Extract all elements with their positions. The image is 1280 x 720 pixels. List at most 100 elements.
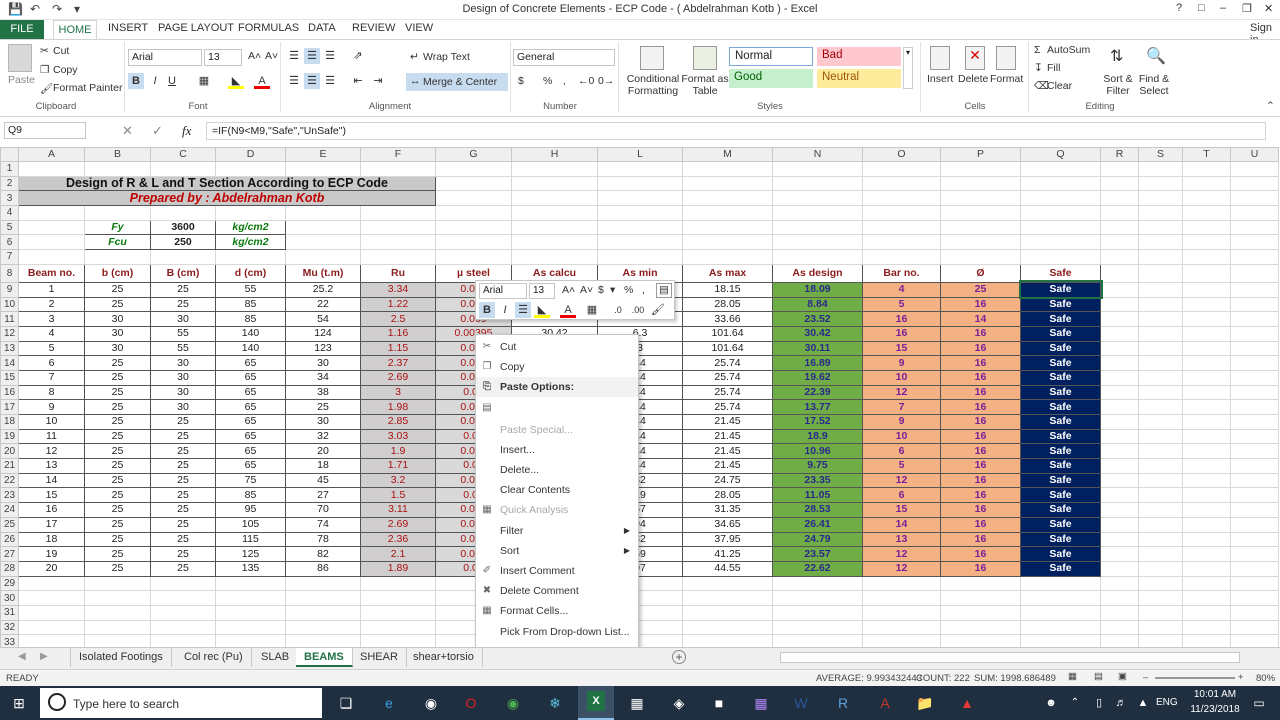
data-cell[interactable]: 95 — [215, 502, 286, 518]
data-cell[interactable]: 34 — [285, 369, 361, 386]
cell[interactable] — [1100, 531, 1139, 548]
cell[interactable] — [1138, 487, 1183, 504]
font-color-icon[interactable]: A — [254, 73, 270, 89]
cell[interactable] — [597, 249, 683, 265]
cell[interactable] — [1182, 487, 1231, 504]
data-cell[interactable]: 2.36 — [360, 531, 436, 548]
percent-button[interactable]: % — [543, 75, 552, 87]
data-cell[interactable]: Safe — [1020, 384, 1101, 401]
data-cell[interactable]: 25 — [150, 458, 216, 474]
data-cell[interactable]: 12 — [862, 546, 941, 562]
cell[interactable] — [215, 590, 286, 606]
data-cell[interactable]: Safe — [1020, 458, 1101, 474]
menu-item[interactable]: Paste Special... — [476, 420, 638, 440]
row-header[interactable]: 23 — [0, 487, 19, 504]
cell[interactable] — [18, 604, 85, 621]
cell[interactable] — [682, 575, 773, 592]
data-cell[interactable]: 16 — [940, 384, 1021, 401]
data-cell[interactable]: 5 — [862, 458, 941, 474]
cell[interactable] — [1138, 590, 1183, 606]
cell[interactable] — [511, 205, 598, 221]
data-cell[interactable]: 16 — [862, 325, 941, 342]
cell[interactable] — [772, 175, 863, 192]
cell[interactable] — [1138, 414, 1183, 430]
data-cell[interactable]: 25 — [150, 516, 216, 533]
cell[interactable] — [597, 219, 683, 236]
cell[interactable] — [1138, 281, 1183, 298]
mini-borders-icon[interactable]: ▦ — [584, 302, 600, 318]
cell[interactable] — [1182, 355, 1231, 371]
data-cell[interactable]: 25 — [84, 384, 151, 401]
menu-item[interactable]: ✂ Cut — [476, 337, 638, 357]
cell[interactable] — [1182, 546, 1231, 562]
find-select-button[interactable]: Find & Select — [1134, 73, 1174, 97]
cell[interactable] — [682, 190, 773, 207]
tab-home[interactable]: HOME — [53, 20, 97, 40]
data-cell[interactable]: Safe — [1020, 399, 1101, 415]
data-cell[interactable]: 65 — [215, 458, 286, 474]
cell[interactable] — [1230, 263, 1279, 283]
style-normal[interactable]: Normal — [729, 47, 813, 66]
cell[interactable] — [1020, 205, 1101, 221]
format-as-table-icon[interactable] — [693, 46, 717, 70]
data-cell[interactable]: 23.52 — [772, 311, 863, 327]
data-cell[interactable]: 23.57 — [772, 546, 863, 562]
data-cell[interactable]: 25 — [150, 546, 216, 562]
data-cell[interactable]: 24.79 — [772, 531, 863, 548]
cell[interactable] — [1020, 234, 1101, 251]
sort-filter-button[interactable]: Sort & Filter — [1100, 73, 1136, 97]
data-cell[interactable]: 1 — [18, 281, 85, 298]
cell[interactable] — [1138, 340, 1183, 357]
mini-size-input[interactable]: 13 — [529, 283, 555, 299]
fcu-value[interactable]: 250 — [150, 234, 216, 251]
column-header[interactable]: F — [360, 147, 436, 162]
menu-item[interactable]: Insert... — [476, 440, 638, 460]
insert-function-icon[interactable]: fx — [182, 123, 191, 139]
delete-cells-button[interactable]: Delete — [958, 73, 988, 85]
cell[interactable] — [682, 619, 773, 636]
app-icon-4[interactable]: ■ — [708, 692, 730, 714]
data-cell[interactable]: 16 — [940, 340, 1021, 357]
data-cell[interactable]: 25 — [84, 355, 151, 371]
format-as-table-button[interactable]: Format as Table — [681, 73, 729, 97]
row-header[interactable]: 24 — [0, 502, 19, 518]
data-cell[interactable]: 140 — [215, 340, 286, 357]
data-cell[interactable]: 6 — [862, 487, 941, 504]
cell[interactable] — [360, 575, 436, 592]
mini-fill-icon[interactable]: ◣ — [534, 302, 550, 318]
column-title-cell[interactable]: Ø — [940, 263, 1021, 283]
cell[interactable] — [511, 219, 598, 236]
column-title-cell[interactable]: Mu (t.m) — [285, 263, 361, 283]
data-cell[interactable]: 37.95 — [682, 531, 773, 548]
cell[interactable] — [1100, 414, 1139, 430]
cell[interactable] — [1182, 296, 1231, 313]
align-bottom-icon[interactable]: ☰ — [322, 48, 338, 64]
cell[interactable] — [18, 634, 85, 647]
cell[interactable] — [1230, 443, 1279, 460]
mini-percent-icon[interactable]: % — [624, 284, 633, 296]
data-cell[interactable]: 123 — [285, 340, 361, 357]
data-cell[interactable]: 25 — [150, 472, 216, 489]
data-cell[interactable]: 25 — [285, 399, 361, 415]
cell[interactable] — [1020, 619, 1101, 636]
data-cell[interactable]: 9.75 — [772, 458, 863, 474]
data-cell[interactable]: 25 — [84, 531, 151, 548]
row-header[interactable]: 19 — [0, 428, 19, 445]
data-cell[interactable]: 25 — [150, 531, 216, 548]
data-cell[interactable]: 16 — [940, 296, 1021, 313]
cell[interactable] — [1182, 325, 1231, 342]
data-cell[interactable]: 25 — [84, 369, 151, 386]
menu-item[interactable]: ▦ Quick Analysis — [476, 500, 638, 520]
data-cell[interactable]: 11 — [18, 428, 85, 445]
data-cell[interactable]: 25 — [84, 428, 151, 445]
cell[interactable] — [18, 234, 85, 251]
cell[interactable] — [940, 604, 1021, 621]
cell[interactable] — [285, 234, 361, 251]
data-cell[interactable]: 41.25 — [682, 546, 773, 562]
cell[interactable] — [511, 190, 598, 207]
data-cell[interactable]: Safe — [1020, 472, 1101, 489]
row-header[interactable]: 1 — [0, 161, 19, 177]
row-header[interactable]: 7 — [0, 249, 19, 265]
column-title-cell[interactable]: Ru — [360, 263, 436, 283]
cell[interactable] — [1100, 472, 1139, 489]
